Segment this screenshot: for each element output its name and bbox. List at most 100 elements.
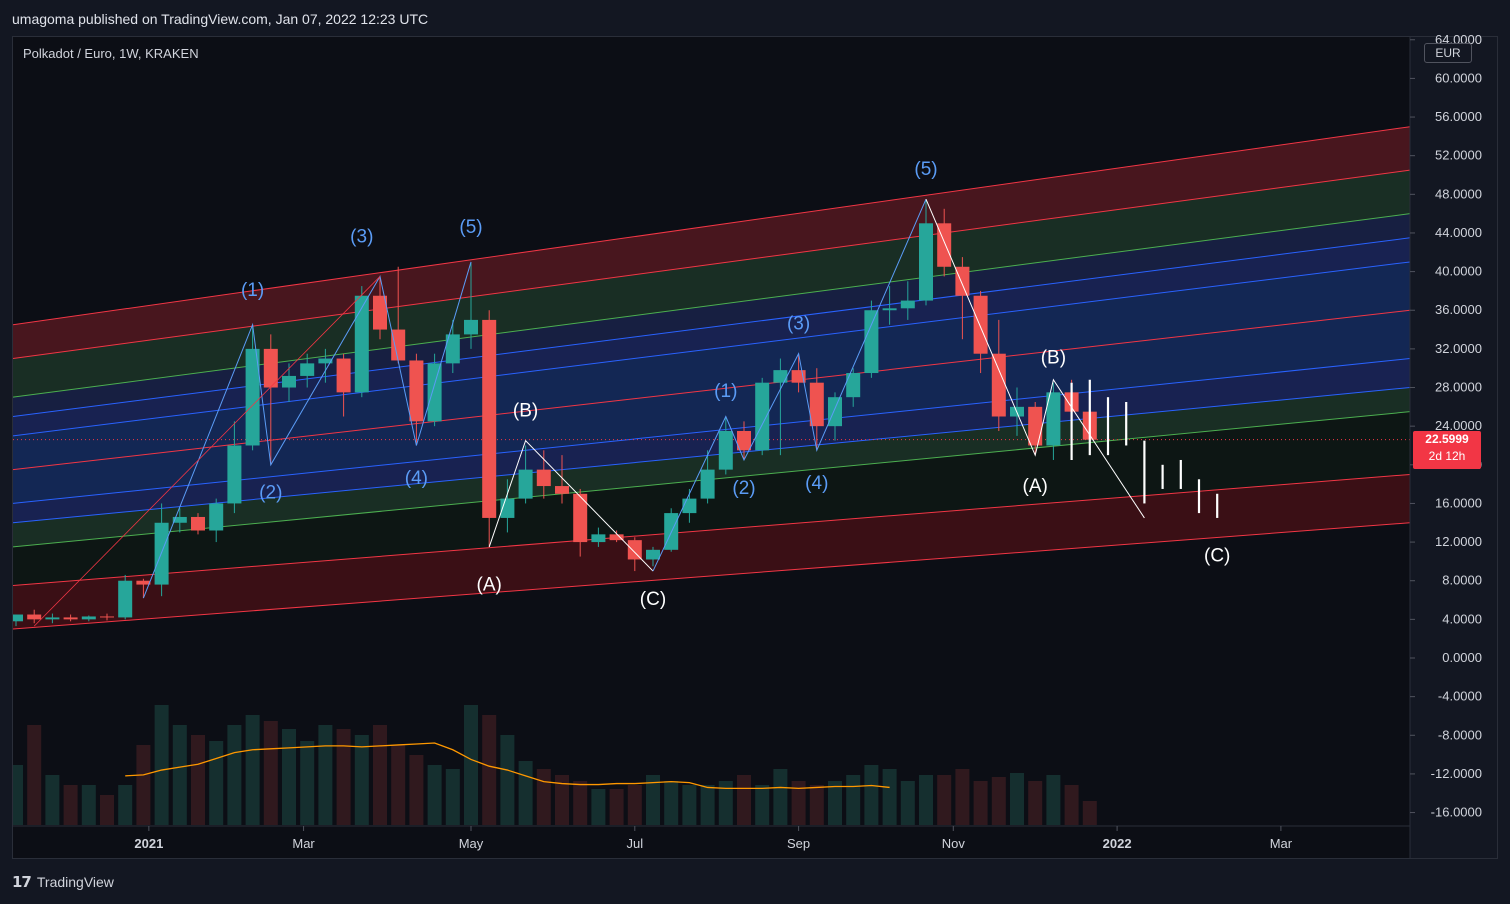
- candle-body: [63, 617, 78, 620]
- footer-brand[interactable]: 17 TradingView: [12, 873, 114, 891]
- price-tick-label: -8.0000: [1438, 727, 1482, 742]
- candle-body: [919, 223, 933, 301]
- volume-bar: [991, 777, 1006, 825]
- volume-bar: [955, 769, 970, 825]
- price-tick-label: 36.0000: [1435, 302, 1482, 317]
- volume-bar: [682, 785, 697, 825]
- candle-body: [81, 616, 96, 620]
- volume-bar: [300, 741, 315, 825]
- impulse-wave-label: (5): [459, 217, 482, 238]
- price-tick-label: 28.0000: [1435, 380, 1482, 395]
- volume-bar: [882, 769, 897, 825]
- candle-body: [646, 549, 660, 560]
- volume-bar: [245, 715, 260, 825]
- candle-body: [336, 358, 351, 393]
- candle-body: [118, 580, 133, 618]
- brand-name: TradingView: [36, 874, 114, 890]
- volume-bar: [846, 775, 861, 825]
- time-tick-label: May: [459, 836, 484, 851]
- last-price-value: 22.5999: [1425, 432, 1469, 446]
- corrective-wave-label: (A): [477, 574, 502, 595]
- volume-bar: [591, 789, 606, 825]
- volume-bar: [773, 769, 788, 825]
- price-tick-label: 16.0000: [1435, 495, 1482, 510]
- volume-bar: [13, 765, 23, 825]
- volume-bar: [755, 785, 770, 825]
- corrective-wave-label: (B): [1041, 347, 1066, 368]
- price-tick-label: 0.0000: [1442, 650, 1482, 665]
- candle-body: [991, 353, 1006, 417]
- candle-body: [591, 534, 606, 543]
- volume-bar: [118, 785, 133, 825]
- price-tick-label: 48.0000: [1435, 186, 1482, 201]
- price-tick-label: 40.0000: [1435, 264, 1482, 279]
- volume-bar: [154, 705, 169, 825]
- price-tick-label: 52.0000: [1435, 148, 1482, 163]
- candle-body: [427, 363, 442, 422]
- corrective-wave-label: (A): [1023, 476, 1048, 497]
- price-tick-label: -4.0000: [1438, 689, 1482, 704]
- volume-bar: [1064, 785, 1079, 825]
- chart-canvas[interactable]: (1) (2) (3) (4) (5) (1) (2) (3) (4) (5) (B) (A) (C) (…: [0, 0, 1510, 904]
- volume-bar: [318, 725, 333, 825]
- candle-body: [864, 310, 879, 374]
- impulse-wave-label: (1): [714, 381, 737, 402]
- candle-body: [100, 616, 114, 618]
- volume-bar: [737, 775, 751, 825]
- time-axis: 2021 Mar May Jul Sep Nov 2022 Mar: [13, 825, 1410, 851]
- candle-body: [718, 430, 733, 470]
- volume-bar: [227, 725, 242, 825]
- candle-body: [627, 540, 642, 560]
- impulse-wave-label: (2): [259, 483, 282, 504]
- volume-bar: [700, 785, 715, 825]
- symbol-legend: Polkadot / Euro, 1W, KRAKEN: [23, 46, 199, 61]
- currency-badge[interactable]: EUR: [1424, 43, 1472, 63]
- candle-body: [282, 375, 296, 388]
- volume-bar: [409, 755, 424, 825]
- volume-bar: [209, 741, 224, 825]
- volume-bar: [63, 785, 78, 825]
- candle-body: [227, 445, 242, 504]
- volume-bar: [427, 765, 442, 825]
- volume-bar: [919, 775, 933, 825]
- time-tick-label: Jul: [626, 836, 643, 851]
- impulse-wave-label: (1): [241, 280, 264, 301]
- corrective-wave-label: (C): [640, 589, 666, 610]
- candle-body: [682, 498, 697, 514]
- volume-bar: [518, 761, 533, 825]
- time-tick-label: Sep: [787, 836, 810, 851]
- candle-body: [191, 516, 205, 531]
- time-tick-label: 2022: [1103, 836, 1132, 851]
- candle-body: [773, 370, 788, 383]
- volume-bar: [573, 781, 588, 825]
- candle-body: [27, 614, 42, 620]
- volume-bar: [263, 721, 278, 825]
- price-tick-label: 4.0000: [1442, 611, 1482, 626]
- volume-bar: [937, 775, 952, 825]
- impulse-wave-label: (4): [805, 473, 828, 494]
- candle-body: [13, 614, 23, 622]
- candle-body: [555, 486, 569, 494]
- tradingview-logo-icon: 17: [12, 873, 32, 891]
- volume-bar: [1010, 773, 1024, 825]
- volume-bar: [464, 705, 478, 825]
- impulse-wave-label: (3): [350, 227, 373, 248]
- volume-bar: [373, 725, 387, 825]
- price-tick-label: -16.0000: [1431, 805, 1482, 820]
- corrective-wave-label: (B): [513, 401, 538, 422]
- corrective-wave-label: (C): [1204, 545, 1230, 566]
- candle-body: [518, 469, 533, 499]
- volume-bar: [354, 735, 369, 825]
- candle-body: [354, 295, 369, 393]
- volume-bar: [1028, 781, 1043, 825]
- price-tick-label: 8.0000: [1442, 573, 1482, 588]
- volume-bar: [27, 725, 42, 825]
- price-tick-label: -12.0000: [1431, 766, 1482, 781]
- volume-bar: [1082, 801, 1097, 825]
- price-tick-label: 60.0000: [1435, 70, 1482, 85]
- volume-bar: [627, 785, 642, 825]
- time-tick-label: 2021: [134, 836, 163, 851]
- candle-body: [45, 617, 60, 620]
- candle-body: [809, 382, 824, 427]
- time-tick-label: Mar: [292, 836, 315, 851]
